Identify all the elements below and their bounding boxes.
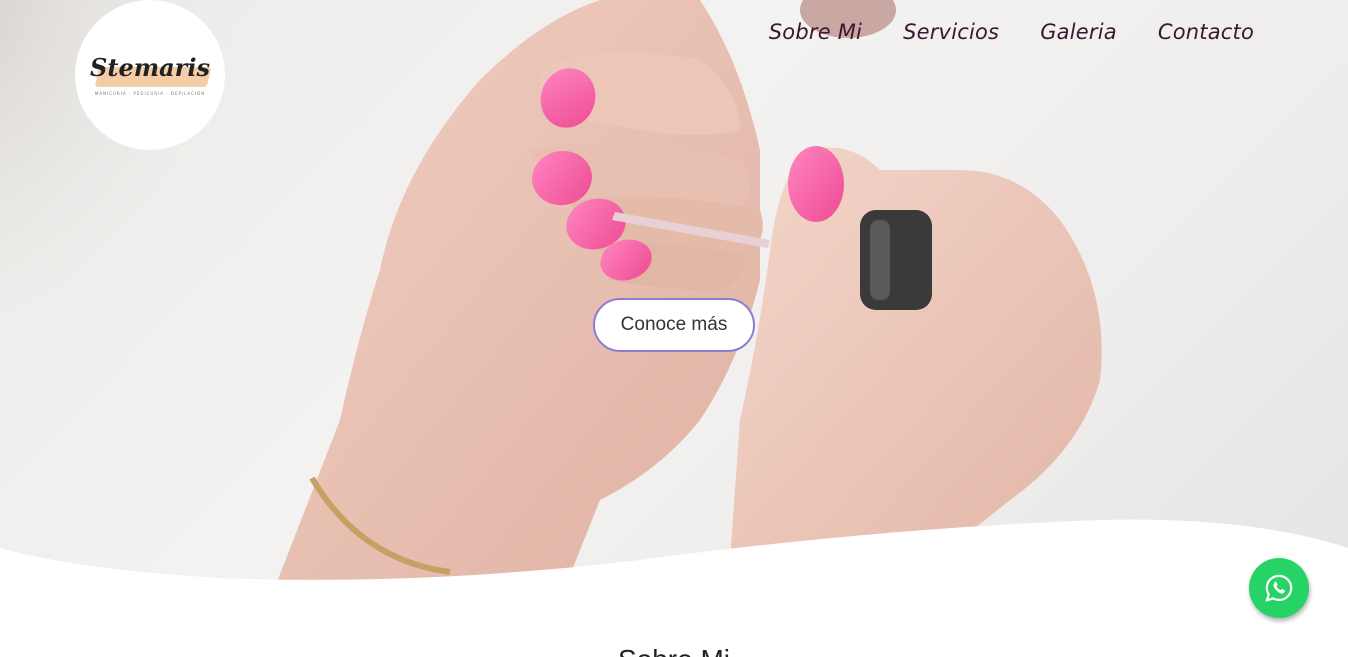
- logo-tagline: MANICURIA · PEDICURIA · DEPILACION: [94, 91, 206, 96]
- nav-item-galeria[interactable]: Galeria: [1040, 20, 1117, 44]
- whatsapp-button[interactable]: [1249, 558, 1309, 618]
- nav-item-sobre-mi[interactable]: Sobre Mi: [769, 20, 862, 44]
- brand-logo[interactable]: Stemaris MANICURIA · PEDICURIA · DEPILAC…: [75, 0, 225, 150]
- wave-divider: [0, 519, 1348, 657]
- nav-item-servicios[interactable]: Servicios: [903, 20, 999, 44]
- main-nav: Sobre Mi Servicios Galeria Contacto: [769, 20, 1254, 44]
- section-title-sobre-mi: Sobre Mi: [0, 644, 1348, 657]
- page: Stemaris MANICURIA · PEDICURIA · DEPILAC…: [0, 0, 1348, 657]
- nav-item-contacto[interactable]: Contacto: [1158, 20, 1254, 44]
- whatsapp-icon: [1265, 574, 1293, 602]
- logo-mark: Stemaris MANICURIA · PEDICURIA · DEPILAC…: [85, 45, 215, 105]
- conoce-mas-button[interactable]: Conoce más: [593, 298, 755, 352]
- logo-wordmark: Stemaris: [90, 53, 210, 82]
